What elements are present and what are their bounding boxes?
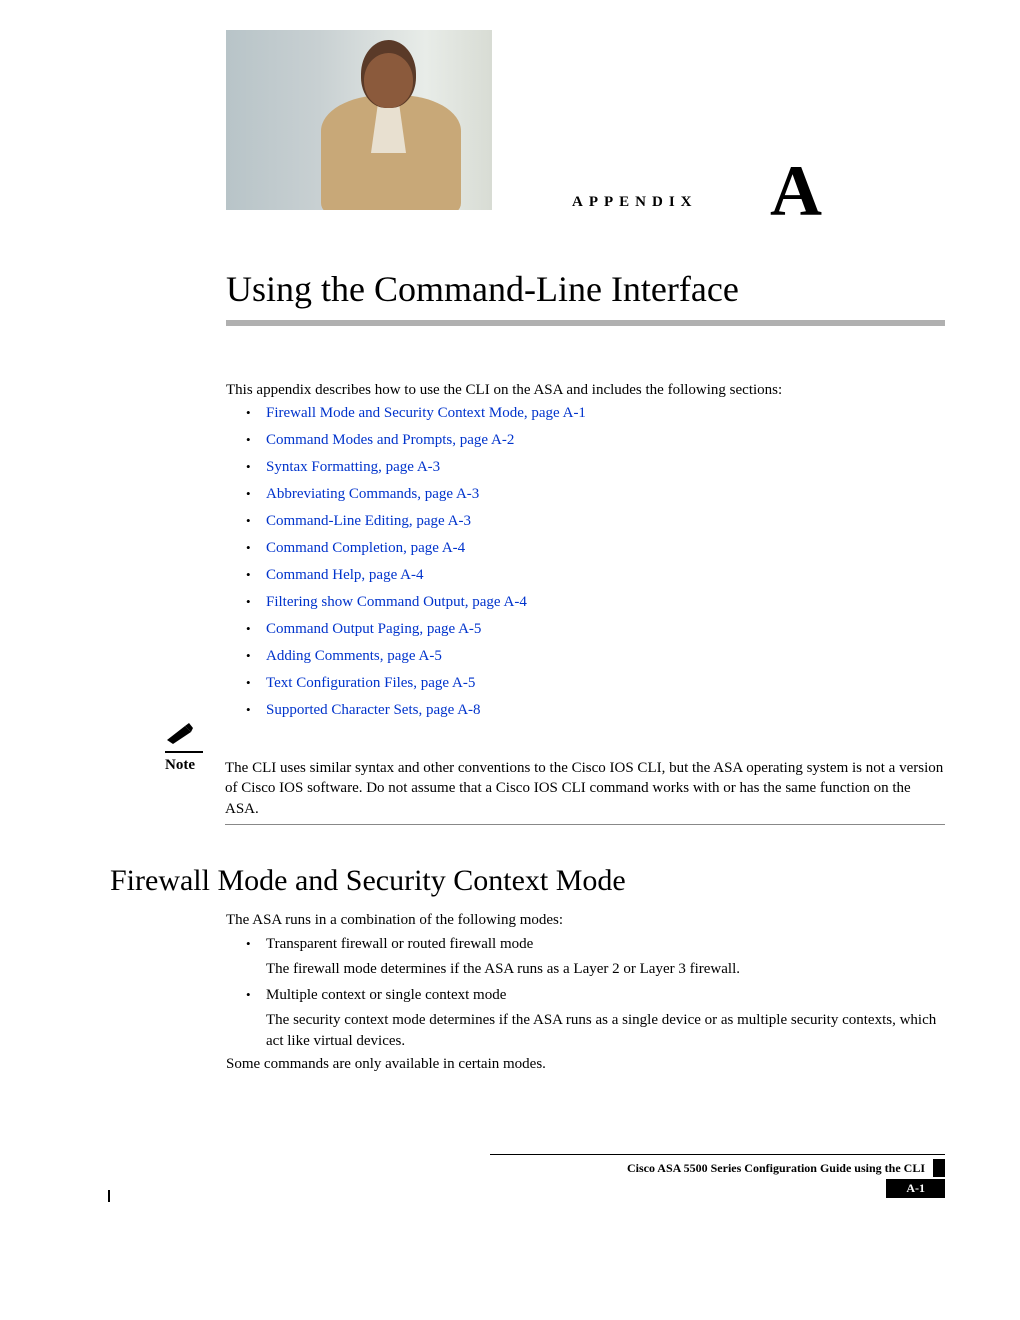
bullet-icon: •	[246, 648, 266, 664]
toc-link[interactable]: Adding Comments, page A-5	[266, 648, 442, 665]
bullet-icon: •	[246, 432, 266, 448]
bullet-icon: •	[246, 675, 266, 691]
toc-link[interactable]: Filtering show Command Output, page A-4	[266, 594, 527, 611]
toc-link[interactable]: Command Output Paging, page A-5	[266, 621, 481, 638]
title-underline	[226, 320, 945, 326]
section-intro: The ASA runs in a combination of the fol…	[226, 912, 946, 929]
footer-bar-icon	[933, 1159, 945, 1177]
chapter-title: Using the Command-Line Interface	[226, 268, 739, 310]
toc-link-item: •Syntax Formatting, page A-3	[246, 459, 926, 476]
toc-link[interactable]: Text Configuration Files, page A-5	[266, 675, 475, 692]
mode-description: The security context mode determines if …	[266, 1010, 946, 1051]
bullet-icon: •	[246, 702, 266, 718]
toc-link-list: •Firewall Mode and Security Context Mode…	[246, 405, 926, 729]
toc-link[interactable]: Syntax Formatting, page A-3	[266, 459, 440, 476]
bullet-icon: •	[246, 567, 266, 583]
toc-link-item: •Adding Comments, page A-5	[246, 648, 926, 665]
bullet-icon: •	[246, 405, 266, 421]
intro-paragraph: This appendix describes how to use the C…	[226, 380, 926, 401]
page-number: A-1	[886, 1179, 945, 1198]
header-photo	[226, 30, 492, 210]
bullet-icon: •	[246, 621, 266, 637]
toc-link-item: •Command Help, page A-4	[246, 567, 926, 584]
footer-doc-title: Cisco ASA 5500 Series Configuration Guid…	[627, 1161, 925, 1176]
section-heading: Firewall Mode and Security Context Mode	[110, 864, 626, 898]
toc-link-item: •Filtering show Command Output, page A-4	[246, 594, 926, 611]
mode-item: •Transparent firewall or routed firewall…	[246, 936, 946, 979]
toc-link-item: •Command-Line Editing, page A-3	[246, 513, 926, 530]
bullet-icon: •	[246, 987, 266, 1003]
bullet-icon: •	[246, 540, 266, 556]
mode-description: The firewall mode determines if the ASA …	[266, 959, 946, 979]
note-divider	[225, 824, 945, 825]
mode-title: Multiple context or single context mode	[266, 987, 506, 1004]
mode-item: •Multiple context or single context mode…	[246, 987, 946, 1051]
left-crop-mark	[108, 1190, 110, 1202]
bullet-icon: •	[246, 936, 266, 952]
note-label: Note	[165, 757, 200, 774]
toc-link-item: •Supported Character Sets, page A-8	[246, 702, 926, 719]
bullet-icon: •	[246, 486, 266, 502]
toc-link[interactable]: Command Help, page A-4	[266, 567, 423, 584]
section-closing: Some commands are only available in cert…	[226, 1056, 926, 1073]
toc-link-item: •Command Modes and Prompts, page A-2	[246, 432, 926, 449]
toc-link[interactable]: Firewall Mode and Security Context Mode,…	[266, 405, 586, 422]
toc-link[interactable]: Command Modes and Prompts, page A-2	[266, 432, 514, 449]
appendix-letter: A	[770, 150, 822, 233]
toc-link[interactable]: Command-Line Editing, page A-3	[266, 513, 471, 530]
mode-title: Transparent firewall or routed firewall …	[266, 936, 533, 953]
bullet-icon: •	[246, 594, 266, 610]
bullet-icon: •	[246, 459, 266, 475]
toc-link-item: •Text Configuration Files, page A-5	[246, 675, 926, 692]
toc-link[interactable]: Command Completion, page A-4	[266, 540, 465, 557]
toc-link[interactable]: Abbreviating Commands, page A-3	[266, 486, 479, 503]
modes-list: •Transparent firewall or routed firewall…	[246, 936, 946, 1059]
bullet-icon: •	[246, 513, 266, 529]
toc-link[interactable]: Supported Character Sets, page A-8	[266, 702, 481, 719]
note-text: The CLI uses similar syntax and other co…	[225, 758, 945, 819]
toc-link-item: •Command Output Paging, page A-5	[246, 621, 926, 638]
page-footer: Cisco ASA 5500 Series Configuration Guid…	[110, 1154, 945, 1198]
toc-link-item: •Firewall Mode and Security Context Mode…	[246, 405, 926, 422]
toc-link-item: •Abbreviating Commands, page A-3	[246, 486, 926, 503]
toc-link-item: •Command Completion, page A-4	[246, 540, 926, 557]
pencil-note-icon	[165, 722, 195, 744]
appendix-label: APPENDIX	[572, 194, 698, 211]
